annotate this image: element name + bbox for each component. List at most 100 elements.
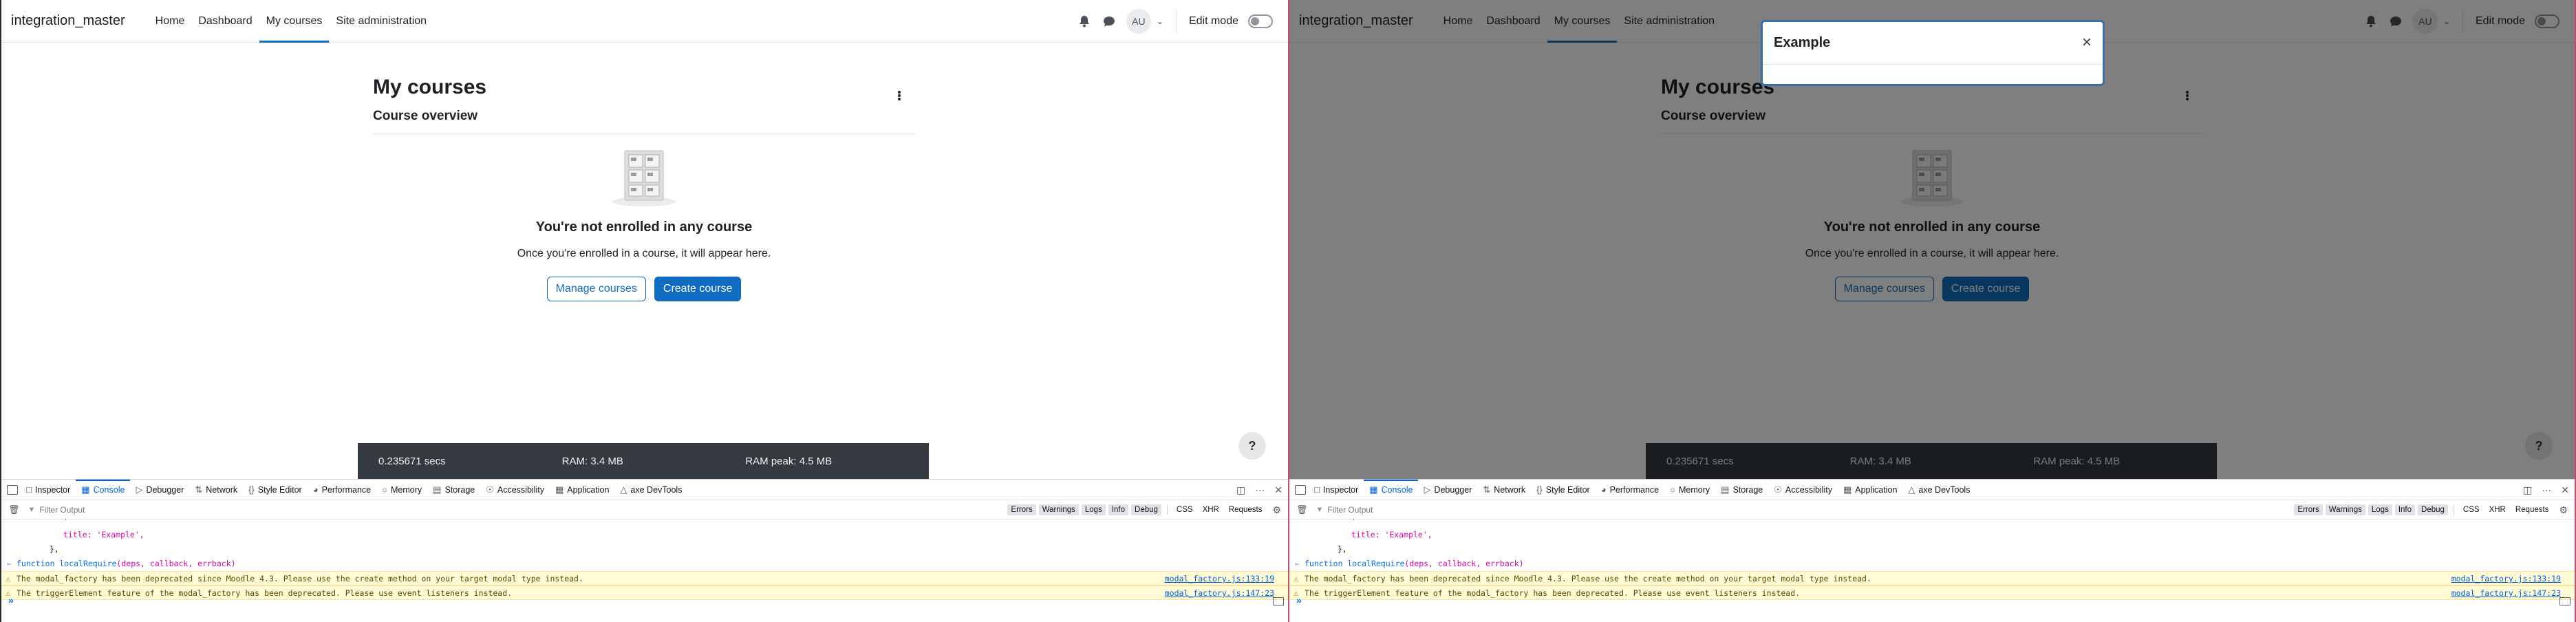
edit-mode-toggle[interactable]	[1248, 14, 1273, 28]
chevron-down-icon[interactable]: ⌄	[1157, 17, 1163, 26]
primary-nav: Home Dashboard My courses Site administr…	[149, 0, 433, 43]
split-console-icon[interactable]	[2559, 597, 2570, 605]
performance-icon: ◕	[312, 484, 319, 495]
nav-home[interactable]: Home	[149, 0, 192, 43]
devtools-window-controls: ◫ ⋯ ✕	[2523, 480, 2569, 500]
application-icon: ▦	[1843, 484, 1852, 495]
filter-errors[interactable]: Errors	[2294, 504, 2323, 515]
devtools-tab-network[interactable]: ⇅ Network	[1477, 480, 1531, 500]
console-output: ' title: 'Example', }, ← function localR…	[1289, 517, 2575, 601]
devtools-tab-inspector[interactable]: □ Inspector	[1309, 480, 1364, 500]
source-link[interactable]: modal_factory.js:133:19	[1165, 572, 1274, 586]
return-arrow-icon: ←	[7, 559, 12, 568]
devtools-tab-accessibility[interactable]: ☉ Accessibility	[480, 480, 550, 500]
filter-output-input[interactable]: Filter Output	[39, 505, 85, 515]
devtools-tab-axe[interactable]: △ axe DevTools	[1902, 480, 1975, 500]
filter-logs[interactable]: Logs	[2368, 504, 2392, 515]
devtools-tab-style-editor[interactable]: {} Style Editor	[1531, 480, 1596, 500]
close-devtools-icon[interactable]: ✕	[2561, 484, 2569, 496]
source-link[interactable]: modal_factory.js:147:23	[2451, 586, 2561, 601]
filter-requests[interactable]: Requests	[1225, 504, 1266, 515]
more-options-icon[interactable]: ⋯	[1255, 484, 1265, 496]
empty-state: You're not enrolled in any course Once y…	[373, 148, 915, 301]
console-line: '	[1351, 517, 1356, 526]
site-brand[interactable]: integration_master	[11, 13, 125, 29]
accessibility-icon: ☉	[1774, 484, 1782, 495]
filter-requests[interactable]: Requests	[2512, 504, 2553, 515]
devtools-tab-performance[interactable]: ◕ Performance	[1596, 480, 1664, 500]
devtools-tab-style-editor[interactable]: {} Style Editor	[243, 480, 308, 500]
devtools-tab-accessibility[interactable]: ☉ Accessibility	[1768, 480, 1838, 500]
filter-separator	[1166, 505, 1168, 515]
filter-warnings[interactable]: Warnings	[2325, 504, 2365, 515]
console-input-prompt-icon[interactable]: »	[8, 594, 14, 605]
filter-info[interactable]: Info	[2394, 504, 2416, 515]
filter-info[interactable]: Info	[1108, 504, 1129, 515]
responsive-design-icon[interactable]: ◫	[2523, 484, 2532, 496]
devtools-tab-storage[interactable]: ▤ Storage	[1715, 480, 1768, 500]
filter-xhr[interactable]: XHR	[2486, 504, 2509, 515]
responsive-design-icon[interactable]: ◫	[1236, 484, 1245, 496]
nav-my-courses[interactable]: My courses	[259, 0, 330, 43]
devtools-tab-network[interactable]: ⇅ Network	[189, 480, 243, 500]
messages-chat-icon[interactable]	[1102, 14, 1117, 29]
filter-logs[interactable]: Logs	[1081, 504, 1106, 515]
devtools-tab-console[interactable]: ▦ Console	[1364, 479, 1419, 500]
storage-icon: ▤	[433, 484, 442, 495]
filter-debug[interactable]: Debug	[1131, 504, 1161, 515]
devtools-tab-memory[interactable]: ○ Memory	[376, 480, 427, 500]
nav-dashboard[interactable]: Dashboard	[191, 0, 259, 43]
console-settings-gear-icon[interactable]: ⚙	[1272, 504, 1281, 516]
console-settings-gear-icon[interactable]: ⚙	[2559, 504, 2568, 516]
warning-icon: ⚠	[1294, 574, 1299, 583]
empty-state-title: You're not enrolled in any course	[535, 219, 753, 235]
devtools-tab-inspector[interactable]: □ Inspector	[21, 480, 76, 500]
more-options-icon[interactable]: ⋯	[2542, 484, 2551, 496]
filter-xhr[interactable]: XHR	[1199, 504, 1223, 515]
help-button[interactable]: ?	[1238, 432, 1266, 460]
devtools-tab-memory[interactable]: ○ Memory	[1664, 480, 1715, 500]
source-link[interactable]: modal_factory.js:147:23	[1165, 586, 1274, 601]
modal-close-icon[interactable]: ×	[2082, 34, 2092, 51]
devtools-tab-performance[interactable]: ◕ Performance	[308, 480, 376, 500]
filter-output-input[interactable]: Filter Output	[1327, 505, 1373, 515]
debugger-icon: ▷	[136, 484, 143, 495]
filter-css[interactable]: CSS	[1173, 504, 1196, 515]
devtools-tab-debugger[interactable]: ▷ Debugger	[1418, 480, 1477, 500]
create-course-button[interactable]: Create course	[654, 277, 742, 301]
network-icon: ⇅	[195, 484, 203, 495]
close-devtools-icon[interactable]: ✕	[1274, 484, 1282, 496]
debugger-icon: ▷	[1424, 484, 1431, 495]
return-arrow-icon: ←	[1295, 559, 1300, 568]
filter-warnings[interactable]: Warnings	[1038, 504, 1079, 515]
filter-css[interactable]: CSS	[2460, 504, 2483, 515]
perf-ram-peak: RAM peak: 4.5 MB	[745, 455, 833, 467]
filter-errors[interactable]: Errors	[1007, 504, 1036, 515]
devtools-tab-debugger[interactable]: ▷ Debugger	[130, 480, 189, 500]
element-picker-icon[interactable]	[7, 484, 18, 495]
filter-debug[interactable]: Debug	[2418, 504, 2448, 515]
clear-console-trash-icon[interactable]: 🗑	[8, 504, 20, 515]
navbar-divider	[1175, 10, 1177, 33]
memory-icon: ○	[1670, 484, 1675, 495]
page-actions-kebab-icon[interactable]	[893, 89, 905, 102]
element-picker-icon[interactable]	[1295, 484, 1306, 495]
devtools-tab-application[interactable]: ▦ Application	[550, 480, 614, 500]
source-link[interactable]: modal_factory.js:133:19	[2451, 572, 2561, 586]
user-avatar[interactable]: AU	[1126, 9, 1151, 34]
devtools-tab-application[interactable]: ▦ Application	[1838, 480, 1902, 500]
nav-site-administration[interactable]: Site administration	[329, 0, 433, 43]
top-navbar: integration_master Home Dashboard My cou…	[1, 0, 1288, 43]
notifications-bell-icon[interactable]	[1077, 14, 1092, 29]
manage-courses-button[interactable]: Manage courses	[546, 277, 646, 301]
split-console-icon[interactable]	[1273, 597, 1284, 605]
console-input-prompt-icon[interactable]: »	[1296, 594, 1302, 605]
warning-icon: ⚠	[6, 574, 11, 583]
devtools-tab-console[interactable]: ▦ Console	[76, 479, 131, 500]
navbar-right: AU ⌄ Edit mode	[1077, 0, 1273, 43]
perf-ram: RAM: 3.4 MB	[561, 455, 623, 467]
console-warning: ⚠ The triggerElement feature of the moda…	[1, 586, 1288, 600]
clear-console-trash-icon[interactable]: 🗑	[1296, 504, 1308, 515]
devtools-tab-storage[interactable]: ▤ Storage	[427, 480, 480, 500]
devtools-tab-axe[interactable]: △ axe DevTools	[614, 480, 687, 500]
